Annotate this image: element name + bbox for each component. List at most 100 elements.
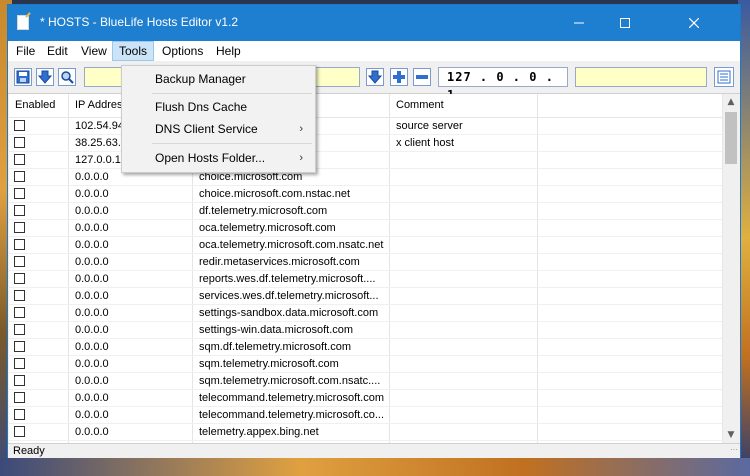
enabled-cell — [9, 135, 69, 151]
minimize-button[interactable] — [556, 5, 602, 41]
enabled-checkbox[interactable] — [14, 290, 25, 301]
table-row[interactable]: 0.0.0.0 sqm.df.telemetry.microsoft.com — [9, 339, 723, 356]
enabled-checkbox[interactable] — [14, 205, 25, 216]
enabled-checkbox[interactable] — [14, 426, 25, 437]
column-header-comment[interactable]: Comment — [390, 94, 538, 117]
move-down-button[interactable] — [366, 68, 384, 86]
import-button[interactable] — [36, 68, 54, 86]
save-button[interactable] — [14, 68, 32, 86]
enabled-cell — [9, 186, 69, 202]
enabled-checkbox[interactable] — [14, 392, 25, 403]
table-row[interactable]: 0.0.0.0 telemetry.appex.bing.net — [9, 424, 723, 441]
table-row[interactable]: 0.0.0.0 oca.telemetry.microsoft.com — [9, 220, 723, 237]
empty-cell — [538, 169, 723, 185]
enabled-checkbox[interactable] — [14, 375, 25, 386]
enabled-checkbox[interactable] — [14, 307, 25, 318]
scroll-up-icon[interactable]: ▲ — [726, 97, 736, 107]
add-entry-button[interactable] — [390, 68, 408, 86]
scrollbar-thumb[interactable] — [725, 112, 737, 164]
menu-item-dns-client-service[interactable]: DNS Client Service › — [124, 118, 313, 140]
comment-cell — [390, 186, 538, 202]
menu-file[interactable]: File — [10, 42, 41, 60]
enabled-cell — [9, 305, 69, 321]
table-row[interactable]: 102.54.94.97rhino.acme.comsource server — [9, 118, 723, 135]
menu-edit[interactable]: Edit — [41, 42, 74, 60]
close-button[interactable] — [648, 5, 740, 41]
table-row[interactable]: 0.0.0.0 services.wes.df.telemetry.microso… — [9, 288, 723, 305]
enabled-checkbox[interactable] — [14, 341, 25, 352]
host-cell: telemetry.appex.bing.net — [193, 424, 390, 440]
table-row[interactable]: 0.0.0.0 choice.microsoft.com.nstac.net — [9, 186, 723, 203]
table-row[interactable]: 0.0.0.0 oca.telemetry.microsoft.com.nsatc… — [9, 237, 723, 254]
comment-cell — [390, 237, 538, 253]
enabled-checkbox[interactable] — [14, 409, 25, 420]
scroll-down-icon[interactable]: ▼ — [726, 430, 736, 440]
table-row[interactable]: 0.0.0.0 telecommand.telemetry.microsoft.c… — [9, 390, 723, 407]
enabled-cell — [9, 288, 69, 304]
menu-view[interactable]: View — [75, 42, 113, 60]
search-button[interactable] — [58, 68, 76, 86]
empty-cell — [538, 135, 723, 151]
enabled-checkbox[interactable] — [14, 239, 25, 250]
enabled-checkbox[interactable] — [14, 120, 25, 131]
vertical-scrollbar[interactable]: ▲ ▼ — [722, 94, 739, 443]
table-row[interactable]: 0.0.0.0 reports.wes.df.telemetry.microsof… — [9, 271, 723, 288]
ip-cell: 0.0.0.0 — [69, 203, 193, 219]
enabled-checkbox[interactable] — [14, 137, 25, 148]
table-row[interactable]: 38.25.63.10x.acme.comx client host — [9, 135, 723, 152]
enabled-checkbox[interactable] — [14, 324, 25, 335]
menu-item-label: Flush Dns Cache — [155, 100, 248, 114]
resize-grip-icon[interactable]: ⋯ — [730, 442, 738, 457]
comment-cell — [390, 373, 538, 389]
table-row[interactable]: 0.0.0.0 settings-sandbox.data.microsoft.c… — [9, 305, 723, 322]
table-row[interactable]: 0.0.0.0 sqm.telemetry.microsoft.com — [9, 356, 723, 373]
menu-help[interactable]: Help — [210, 42, 247, 60]
menu-item-backup-manager[interactable]: Backup Manager — [124, 68, 313, 90]
host-cell: sqm.telemetry.microsoft.com.nsatc.... — [193, 373, 390, 389]
arrow-down-icon — [38, 70, 52, 84]
ip-cell: 0.0.0.0 — [69, 373, 193, 389]
list-icon — [717, 70, 731, 84]
ip-cell: 0.0.0.0 — [69, 186, 193, 202]
maximize-button[interactable] — [602, 5, 648, 41]
remove-entry-button[interactable] — [413, 68, 431, 86]
enabled-checkbox[interactable] — [14, 358, 25, 369]
comment-cell — [390, 305, 538, 321]
column-header-enabled[interactable]: Enabled — [9, 94, 69, 117]
enabled-checkbox[interactable] — [14, 273, 25, 284]
notepad-icon — [17, 15, 29, 30]
comment-cell — [390, 203, 538, 219]
menu-separator — [152, 143, 312, 144]
menu-item-flush-dns[interactable]: Flush Dns Cache — [124, 96, 313, 118]
table-row[interactable]: 0.0.0.0 choice.microsoft.com — [9, 169, 723, 186]
submenu-arrow-icon: › — [299, 152, 303, 164]
table-row[interactable]: 0.0.0.0 telecommand.telemetry.microsoft.c… — [9, 407, 723, 424]
table-row[interactable]: 0.0.0.0 redir.metaservices.microsoft.com — [9, 254, 723, 271]
comment-cell — [390, 220, 538, 236]
menu-options[interactable]: Options — [156, 42, 209, 60]
floppy-disk-icon — [16, 70, 30, 84]
empty-cell — [538, 356, 723, 372]
table-row[interactable]: 0.0.0.0 df.telemetry.microsoft.com — [9, 203, 723, 220]
ip-cell: 0.0.0.0 — [69, 424, 193, 440]
table-row[interactable]: 0.0.0.0 settings-win.data.microsoft.com — [9, 322, 723, 339]
ip-address-input[interactable]: 127 . 0 . 0 . 1 — [438, 67, 568, 102]
list-view-button[interactable] — [714, 67, 734, 87]
enabled-checkbox[interactable] — [14, 256, 25, 267]
enabled-checkbox[interactable] — [14, 188, 25, 199]
empty-cell — [538, 203, 723, 219]
table-row[interactable]: 0.0.0.0 sqm.telemetry.microsoft.com.nsatc… — [9, 373, 723, 390]
ip-cell: 0.0.0.0 — [69, 339, 193, 355]
title-bar[interactable]: * HOSTS - BlueLife Hosts Editor v1.2 — [8, 5, 740, 41]
comment-cell: x client host — [390, 135, 538, 151]
host-cell: settings-sandbox.data.microsoft.com — [193, 305, 390, 321]
table-header: Enabled IP Address Host Name Comment — [9, 94, 723, 118]
enabled-checkbox[interactable] — [14, 171, 25, 182]
host-cell: df.telemetry.microsoft.com — [193, 203, 390, 219]
enabled-checkbox[interactable] — [14, 222, 25, 233]
host-name-input[interactable] — [575, 67, 707, 87]
menu-tools[interactable]: Tools — [112, 41, 155, 61]
menu-item-open-hosts-folder[interactable]: Open Hosts Folder... › — [124, 147, 313, 169]
table-row[interactable]: 127.0.0.1localhost — [9, 152, 723, 169]
enabled-checkbox[interactable] — [14, 154, 25, 165]
